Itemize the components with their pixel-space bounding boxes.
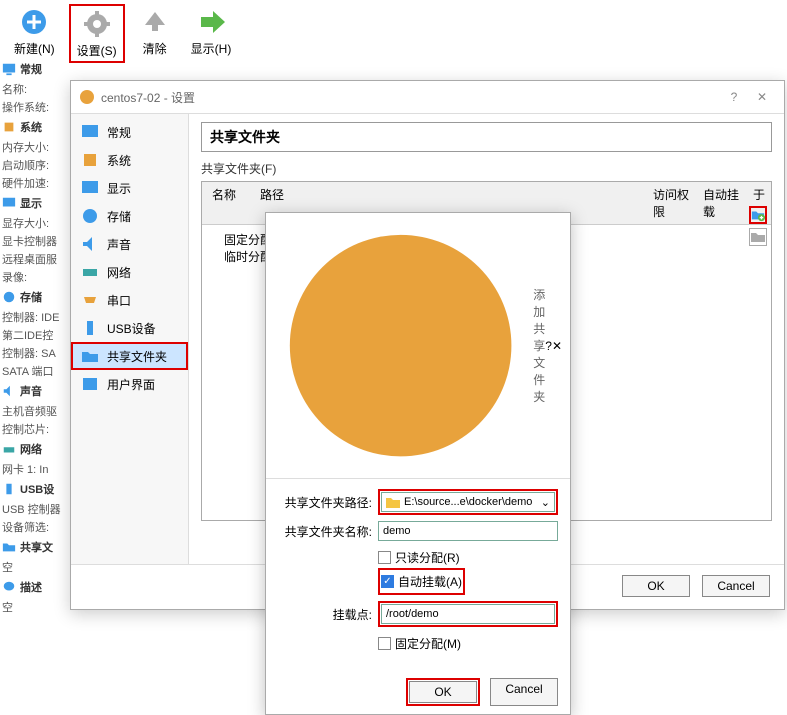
cat-shared-folders[interactable]: 共享文件夹 bbox=[71, 342, 188, 370]
properties-panel: 常规 名称: 操作系统: 系统 内存大小: 启动顺序: 硬件加速: 显示 显存大… bbox=[0, 58, 65, 616]
settings-cancel-button[interactable]: Cancel bbox=[702, 575, 770, 597]
cat-network[interactable]: 网络 bbox=[71, 258, 188, 286]
display-icon bbox=[2, 196, 16, 210]
section-audio: 声音 bbox=[0, 380, 65, 402]
permanent-checkbox[interactable] bbox=[378, 637, 391, 650]
section-desc: 描述 bbox=[0, 576, 65, 598]
chevron-down-icon: ⌄ bbox=[541, 496, 550, 509]
content-heading: 共享文件夹 bbox=[201, 122, 772, 152]
mountpoint-input[interactable] bbox=[381, 604, 555, 624]
chip-icon bbox=[2, 120, 16, 134]
main-toolbar: 新建(N) 设置(S) 清除 显示(H) bbox=[0, 0, 787, 67]
cat-system[interactable]: 系统 bbox=[71, 146, 188, 174]
vm-icon bbox=[274, 219, 527, 472]
folder-path-select[interactable]: E:\source...e\docker\demo ⌄ bbox=[381, 492, 555, 512]
permanent-checkbox-row[interactable]: 固定分配(M) bbox=[378, 633, 558, 654]
arrow-right-icon bbox=[195, 6, 227, 38]
edit-folder-icon[interactable] bbox=[749, 228, 767, 246]
automount-checkbox[interactable]: ✓ bbox=[381, 575, 394, 588]
help-button[interactable]: ? bbox=[720, 87, 748, 107]
clear-label: 清除 bbox=[143, 40, 167, 57]
settings-title: centos7-02 - 设置 bbox=[101, 89, 720, 106]
cat-serial[interactable]: 串口 bbox=[71, 286, 188, 314]
add-dialog-title: 添加共享文件夹 bbox=[533, 286, 545, 405]
settings-ok-button[interactable]: OK bbox=[622, 575, 690, 597]
section-system: 系统 bbox=[0, 116, 65, 138]
add-folder-icon[interactable] bbox=[749, 206, 767, 224]
add-shared-folder-dialog: 添加共享文件夹 ? ✕ 共享文件夹路径: E:\source...e\docke… bbox=[265, 212, 571, 715]
cat-display[interactable]: 显示 bbox=[71, 174, 188, 202]
new-button[interactable]: 新建(N) bbox=[8, 4, 61, 63]
add-cancel-button[interactable]: Cancel bbox=[490, 678, 558, 706]
cat-ui[interactable]: 用户界面 bbox=[71, 370, 188, 398]
clear-button[interactable]: 清除 bbox=[133, 4, 177, 63]
help-button[interactable]: ? bbox=[545, 339, 552, 353]
fieldset-label: 共享文件夹(F) bbox=[201, 160, 772, 177]
folder-icon bbox=[2, 540, 16, 554]
network-icon bbox=[2, 442, 16, 456]
cat-general[interactable]: 常规 bbox=[71, 118, 188, 146]
settings-button[interactable]: 设置(S) bbox=[69, 4, 125, 63]
gear-icon bbox=[81, 8, 113, 40]
section-network: 网络 bbox=[0, 438, 65, 460]
settings-label: 设置(S) bbox=[77, 42, 117, 59]
section-general: 常规 bbox=[0, 58, 65, 80]
section-storage: 存储 bbox=[0, 286, 65, 308]
clear-icon bbox=[139, 6, 171, 38]
usb-icon bbox=[2, 482, 16, 496]
disk-icon bbox=[2, 290, 16, 304]
section-usb: USB设 bbox=[0, 478, 65, 500]
cat-audio[interactable]: 声音 bbox=[71, 230, 188, 258]
monitor-icon bbox=[2, 62, 16, 76]
category-sidebar: 常规 系统 显示 存储 声音 网络 串口 USB设备 共享文件夹 用户界面 bbox=[71, 114, 189, 564]
new-label: 新建(N) bbox=[14, 40, 55, 57]
name-label: 共享文件夹名称: bbox=[278, 523, 378, 540]
add-dialog-titlebar: 添加共享文件夹 ? ✕ bbox=[266, 213, 570, 479]
bubble-icon bbox=[2, 580, 16, 594]
readonly-checkbox[interactable] bbox=[378, 551, 391, 564]
mountpoint-label: 挂载点: bbox=[278, 606, 378, 623]
add-ok-button[interactable]: OK bbox=[409, 681, 477, 703]
show-button[interactable]: 显示(H) bbox=[185, 4, 238, 63]
close-button[interactable]: ✕ bbox=[748, 87, 776, 107]
show-label: 显示(H) bbox=[191, 40, 232, 57]
section-display: 显示 bbox=[0, 192, 65, 214]
path-label: 共享文件夹路径: bbox=[278, 494, 378, 511]
folder-icon bbox=[386, 496, 400, 508]
cat-usb[interactable]: USB设备 bbox=[71, 314, 188, 342]
new-icon bbox=[18, 6, 50, 38]
folder-name-input[interactable] bbox=[378, 521, 558, 541]
section-shared: 共享文 bbox=[0, 536, 65, 558]
readonly-checkbox-row[interactable]: 只读分配(R) bbox=[378, 547, 558, 568]
close-button[interactable]: ✕ bbox=[552, 339, 562, 353]
settings-titlebar: centos7-02 - 设置 ? ✕ bbox=[71, 81, 784, 114]
vm-icon bbox=[79, 89, 95, 105]
cat-storage[interactable]: 存储 bbox=[71, 202, 188, 230]
speaker-icon bbox=[2, 384, 16, 398]
automount-checkbox-row[interactable]: ✓ 自动挂载(A) bbox=[381, 571, 462, 592]
